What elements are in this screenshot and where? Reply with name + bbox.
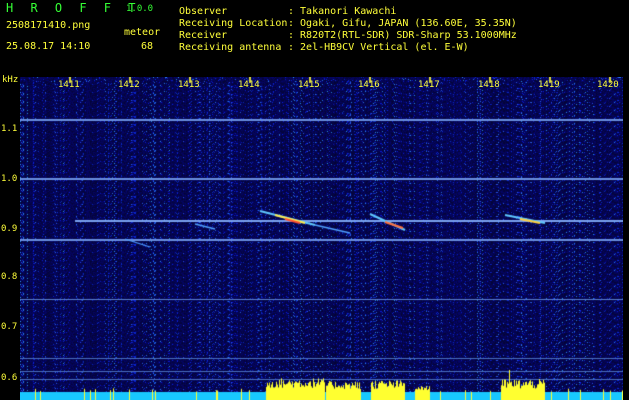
meteor-count: 68 (141, 41, 154, 52)
info-value-observer: : Takanori Kawachi (288, 6, 397, 17)
y-tick-label: 1.0 (1, 174, 18, 184)
x-tick-label: 1413 (178, 80, 200, 90)
info-key-antenna: Receiving antenna (179, 42, 282, 53)
x-tick-label: 1416 (358, 80, 380, 90)
x-tick-label: 1415 (298, 80, 320, 90)
image-filename: 2508171410.png (6, 20, 91, 31)
y-axis-unit: kHz (2, 75, 19, 85)
y-tick-label: 0.9 (1, 224, 18, 234)
x-tick-label: 1417 (418, 80, 440, 90)
x-tick-label: 1418 (478, 80, 500, 90)
info-value-receiver: : R820T2(RTL-SDR) SDR-Sharp 53.1000MHz (288, 30, 517, 41)
y-tick-label: 0.7 (1, 322, 18, 332)
info-value-location: : Ogaki, Gifu, JAPAN (136.60E, 35.35N) (288, 18, 517, 29)
info-key-observer: Observer (179, 6, 228, 17)
info-key-receiver: Receiver (179, 30, 228, 41)
x-tick-label: 1419 (538, 80, 560, 90)
y-tick-label: 0.8 (1, 272, 18, 282)
image-datetime: 25.08.17 14:10 (6, 41, 91, 52)
y-tick-label: 0.6 (1, 373, 18, 383)
meteor-label: meteor (124, 27, 161, 38)
spectrogram-canvas (20, 77, 623, 400)
x-tick-label: 1411 (58, 80, 80, 90)
app-version: 1.0.0 (126, 4, 154, 14)
info-key-location: Receiving Location (179, 18, 288, 29)
y-tick-label: 1.1 (1, 124, 18, 134)
x-tick-label: 1420 (597, 80, 619, 90)
x-tick-label: 1412 (118, 80, 140, 90)
info-value-antenna: : 2el-HB9CV Vertical (el. E-W) (288, 42, 469, 53)
x-tick-label: 1414 (238, 80, 260, 90)
app-title: H R O F F T (6, 1, 141, 15)
